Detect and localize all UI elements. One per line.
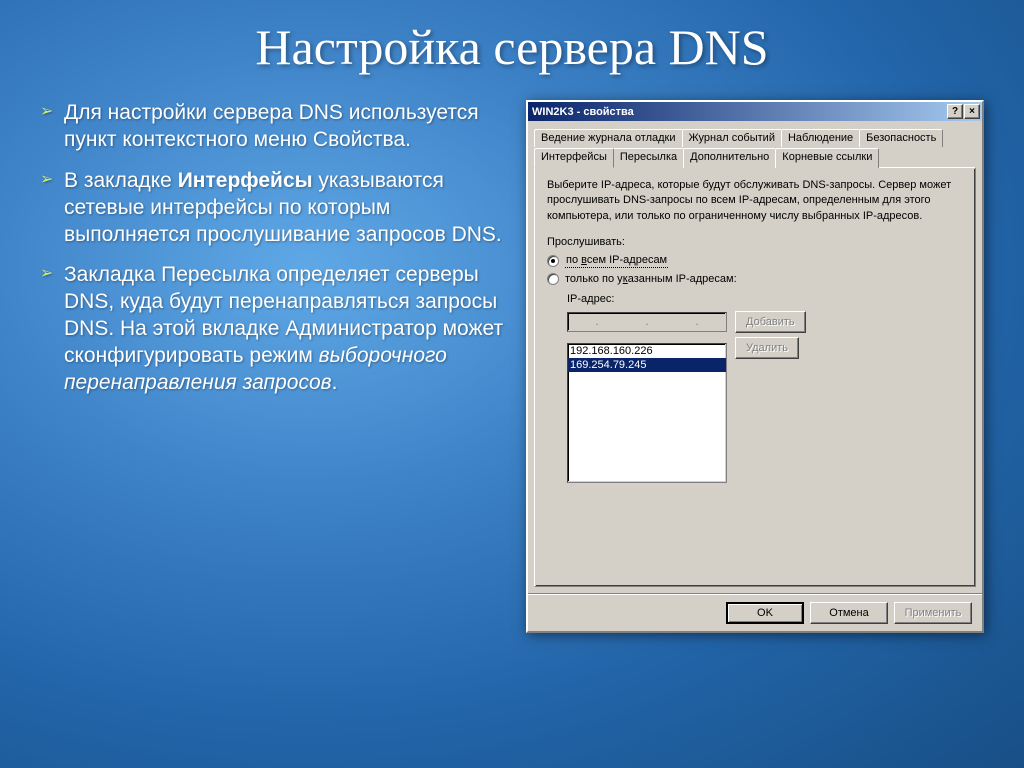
bullet-text: . xyxy=(332,371,338,394)
help-button[interactable]: ? xyxy=(947,104,963,119)
radio-selected-addresses[interactable]: только по указанным IP-адресам: xyxy=(547,273,963,285)
listen-label: Прослушивать: xyxy=(547,236,963,248)
ok-button[interactable]: OK xyxy=(726,602,804,624)
tab-interfaces[interactable]: Интерфейсы xyxy=(534,148,614,168)
ip-address-label: IP-адрес: xyxy=(567,293,963,305)
radio-icon xyxy=(547,255,559,267)
slide-title: Настройка сервера DNS xyxy=(40,18,984,76)
apply-button[interactable]: Применить xyxy=(894,602,972,624)
titlebar-text: WIN2K3 - свойства xyxy=(532,106,946,118)
bullet-text: Для настройки сервера DNS используется п… xyxy=(64,101,479,151)
bullet-bold: Интерфейсы xyxy=(178,169,313,192)
radio-label: только по указанным IP-адресам: xyxy=(565,273,737,285)
add-button[interactable]: Добавить xyxy=(735,311,806,333)
tab-event-log[interactable]: Журнал событий xyxy=(682,129,782,147)
close-button[interactable]: × xyxy=(964,104,980,119)
radio-icon xyxy=(547,273,559,285)
titlebar[interactable]: WIN2K3 - свойства ? × xyxy=(528,102,982,121)
dialog-footer: OK Отмена Применить xyxy=(528,593,982,631)
ip-address-input[interactable]: ... xyxy=(567,312,727,332)
tab-debug-logging[interactable]: Ведение журнала отладки xyxy=(534,129,683,147)
radio-label: по всем IP-адресам xyxy=(565,254,668,268)
tab-advanced[interactable]: Дополнительно xyxy=(683,148,776,168)
ip-listbox[interactable]: 192.168.160.226 169.254.79.245 xyxy=(567,343,727,483)
bullet-item: Для настройки сервера DNS используется п… xyxy=(40,100,506,154)
bullet-item: В закладке Интерфейсы указываются сетевы… xyxy=(40,168,506,249)
tab-root-hints[interactable]: Корневые ссылки xyxy=(775,148,879,168)
description-text: Выберите IP-адреса, которые будут обслуж… xyxy=(547,178,963,224)
bullet-list: Для настройки сервера DNS используется п… xyxy=(40,100,506,633)
bullet-item: Закладка Пересылка определяет серверы DN… xyxy=(40,262,506,396)
tab-forwarders[interactable]: Пересылка xyxy=(613,148,684,168)
radio-all-addresses[interactable]: по всем IP-адресам xyxy=(547,254,963,268)
list-item[interactable]: 169.254.79.245 xyxy=(568,358,726,372)
tab-security[interactable]: Безопасность xyxy=(859,129,943,147)
tab-panel-interfaces: Выберите IP-адреса, которые будут обслуж… xyxy=(534,167,976,587)
list-item[interactable]: 192.168.160.226 xyxy=(568,344,726,358)
tab-monitoring[interactable]: Наблюдение xyxy=(781,129,860,147)
cancel-button[interactable]: Отмена xyxy=(810,602,888,624)
properties-dialog: WIN2K3 - свойства ? × Ведение журнала от… xyxy=(526,100,984,633)
remove-button[interactable]: Удалить xyxy=(735,337,799,359)
bullet-text: В закладке xyxy=(64,169,178,192)
